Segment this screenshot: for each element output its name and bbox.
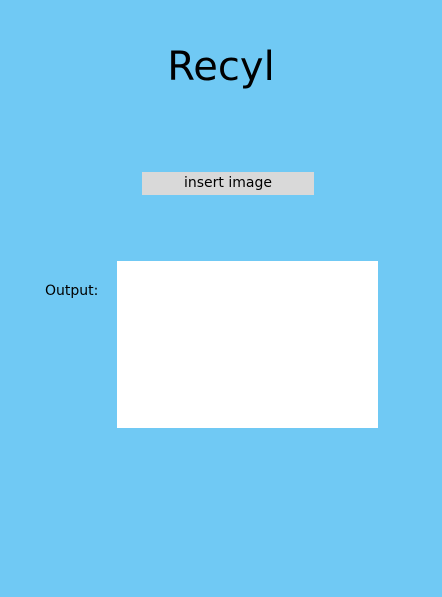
output-box	[117, 261, 378, 428]
insert-image-button[interactable]: insert image	[142, 172, 314, 195]
app-screen: Recyl insert image Output:	[0, 0, 442, 597]
app-title: Recyl	[167, 44, 275, 90]
output-label: Output:	[45, 283, 99, 299]
